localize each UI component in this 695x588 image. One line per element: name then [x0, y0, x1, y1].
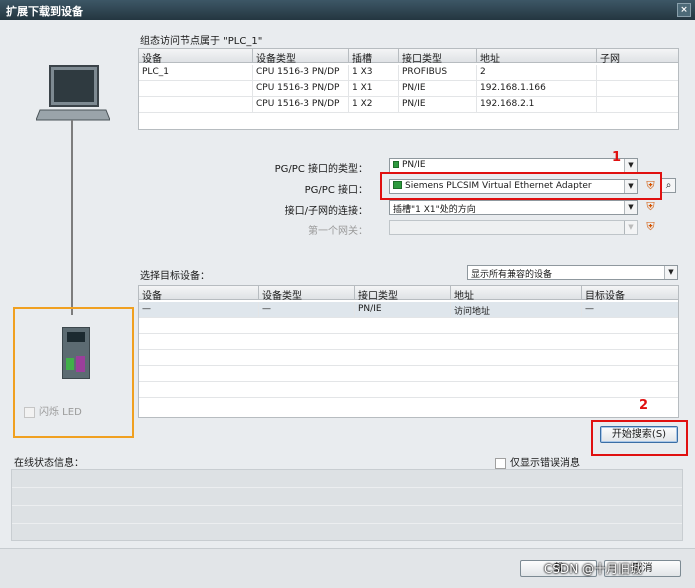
cell-device: [139, 81, 253, 97]
table-row-empty: [139, 113, 678, 129]
highlight-box-2: [591, 420, 688, 456]
cell-address: 192.168.2.1: [477, 97, 597, 113]
config-col-device: 设备: [139, 49, 253, 65]
cell-address: 访问地址: [451, 302, 582, 318]
highlight-box-1: [380, 172, 662, 200]
device-filter-select[interactable]: 显示所有兼容的设备 ▼: [467, 265, 678, 280]
search-icon[interactable]: ⌕: [661, 178, 676, 193]
cell-type: —: [259, 302, 355, 318]
config-col-type: 设备类型: [253, 49, 349, 65]
pgpc-laptop-icon: [36, 65, 110, 121]
device-filter-value: 显示所有兼容的设备: [471, 270, 553, 280]
network-icon: [393, 161, 399, 168]
config-col-slot: 插槽: [349, 49, 399, 65]
table-row: CPU 1516-3 PN/DP 1 X2 PN/IE 192.168.2.1: [139, 97, 678, 113]
subnet-connection-value: 插槽"1 X1"处的方向: [393, 205, 476, 215]
cell-device: [139, 97, 253, 113]
flash-led-checkbox: 闪烁 LED: [24, 403, 82, 418]
title-bar: 扩展下载到设备 ×: [0, 0, 695, 20]
cell-subnet: [597, 65, 678, 81]
download-dialog: 闪烁 LED 组态访问节点属于 "PLC_1" 设备 设备类型 插槽 接口类型 …: [0, 20, 695, 588]
target-col-type: 设备类型: [259, 286, 355, 302]
config-col-subnet: 子网: [597, 49, 678, 65]
target-col-address: 地址: [451, 286, 582, 302]
cell-iftype: PN/IE: [399, 97, 477, 113]
table-row-empty: [139, 366, 678, 382]
pgpc-type-select[interactable]: PN/IE ▼: [389, 158, 638, 173]
config-col-iftype: 接口类型: [399, 49, 477, 65]
cell-iftype: PROFIBUS: [399, 65, 477, 81]
table-row: CPU 1516-3 PN/DP 1 X1 PN/IE 192.168.1.16…: [139, 81, 678, 97]
gateway-select: ▼: [389, 220, 638, 235]
chevron-down-icon: ▼: [624, 221, 637, 234]
flash-led-label: 闪烁 LED: [39, 407, 82, 418]
target-col-device: 设备: [139, 286, 259, 302]
config-table: 设备 设备类型 插槽 接口类型 地址 子网 PLC_1 CPU 1516-3 P…: [138, 48, 679, 130]
table-row-empty: [139, 382, 678, 398]
watermark: CSDN @十月旧城: [544, 562, 643, 576]
window-title: 扩展下载到设备: [6, 5, 83, 18]
gateway-label: 第一个网关：: [308, 226, 368, 237]
pgpc-interface-label: PG/PC 接口：: [304, 185, 368, 196]
cell-slot: 1 X1: [349, 81, 399, 97]
table-row-empty: [139, 398, 678, 414]
cell-type: CPU 1516-3 PN/DP: [253, 97, 349, 113]
chevron-down-icon[interactable]: ▼: [624, 201, 637, 214]
target-col-iftype: 接口类型: [355, 286, 451, 302]
cell-type: CPU 1516-3 PN/DP: [253, 65, 349, 81]
target-caption: 选择目标设备：: [140, 271, 210, 282]
online-status-log: [11, 469, 683, 541]
cell-type: CPU 1516-3 PN/DP: [253, 81, 349, 97]
chevron-down-icon[interactable]: ▼: [664, 266, 677, 279]
shield-icon[interactable]: ⛨: [644, 200, 657, 214]
chevron-down-icon[interactable]: ▼: [624, 159, 637, 172]
errors-only-checkbox[interactable]: 仅显示错误消息: [495, 454, 580, 469]
cell-slot: 1 X2: [349, 97, 399, 113]
flash-led-box: [24, 406, 35, 418]
cell-subnet: [597, 97, 678, 113]
table-row-empty: [139, 318, 678, 334]
table-row-empty: [139, 350, 678, 366]
pgpc-type-label: PG/PC 接口的类型：: [274, 164, 368, 175]
cell-subnet: [597, 81, 678, 97]
target-table: 设备 设备类型 接口类型 地址 目标设备 — — PN/IE 访问地址 —: [138, 285, 679, 418]
pgpc-type-value: PN/IE: [402, 160, 426, 170]
cell-iftype: PN/IE: [399, 81, 477, 97]
cell-address: 192.168.1.166: [477, 81, 597, 97]
status-caption: 在线状态信息：: [14, 458, 84, 469]
table-row: PLC_1 CPU 1516-3 PN/DP 1 X3 PROFIBUS 2: [139, 65, 678, 81]
close-icon[interactable]: ×: [677, 3, 691, 17]
connection-line: [71, 120, 73, 315]
cell-slot: 1 X3: [349, 65, 399, 81]
table-row-empty: [139, 334, 678, 350]
table-row[interactable]: — — PN/IE 访问地址 —: [139, 302, 678, 318]
config-col-address: 地址: [477, 49, 597, 65]
config-caption: 组态访问节点属于 "PLC_1": [140, 36, 263, 47]
cell-device: PLC_1: [139, 65, 253, 81]
cell-iftype: PN/IE: [355, 302, 451, 318]
errors-only-box[interactable]: [495, 457, 506, 469]
errors-only-label: 仅显示错误消息: [510, 458, 580, 469]
shield-icon[interactable]: ⛨: [644, 220, 657, 234]
target-col-target: 目标设备: [582, 286, 678, 302]
cell-address: 2: [477, 65, 597, 81]
marker-2: 2: [639, 398, 649, 413]
subnet-connection-select[interactable]: 插槽"1 X1"处的方向 ▼: [389, 200, 638, 215]
cell-device: —: [139, 302, 259, 318]
cell-target: —: [585, 304, 594, 314]
marker-1: 1: [612, 150, 622, 165]
plc-device-icon: [62, 327, 90, 379]
subnet-connection-label: 接口/子网的连接：: [284, 206, 368, 217]
